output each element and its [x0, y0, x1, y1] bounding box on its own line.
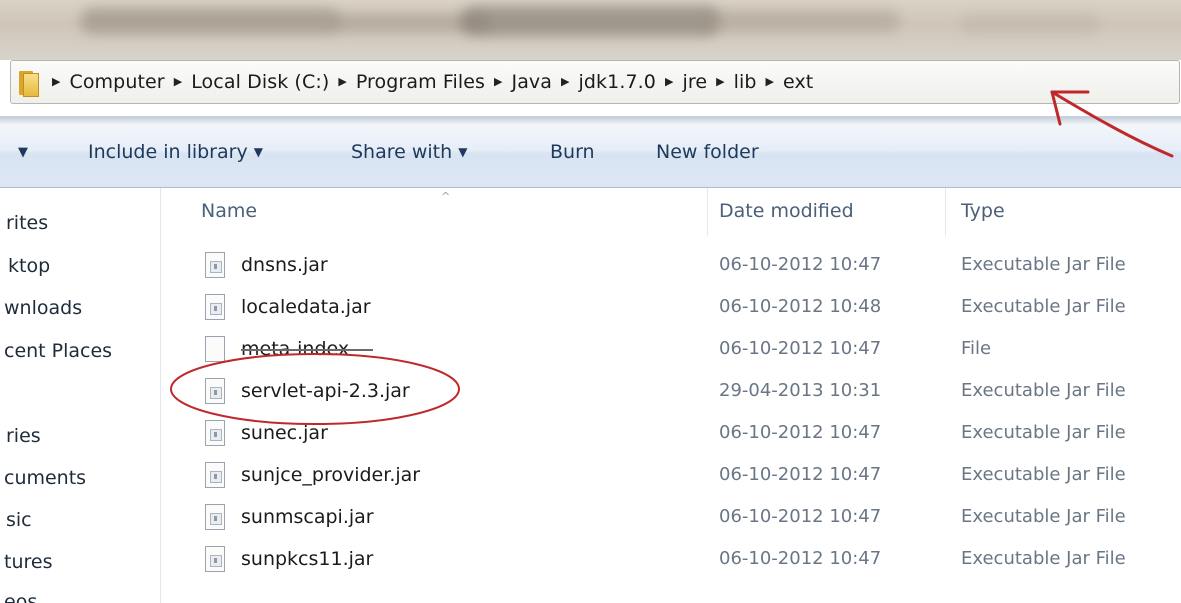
- breadcrumb-item[interactable]: jdk1.7.0: [579, 71, 657, 93]
- file-name: sunmscapi.jar: [241, 506, 374, 528]
- file-row[interactable]: meta-index 06-10-2012 10:47 File: [161, 330, 1181, 372]
- command-toolbar: ▼ Include in library ▼ Share with ▼ Burn N…: [0, 116, 1181, 188]
- jar-file-icon: [205, 504, 225, 530]
- file-row[interactable]: localedata.jar 06-10-2012 10:48 Executab…: [161, 288, 1181, 330]
- file-type: Executable Jar File: [961, 380, 1126, 401]
- breadcrumb-item[interactable]: jre: [682, 71, 707, 93]
- file-row[interactable]: sunjce_provider.jar 06-10-2012 10:47 Exe…: [161, 456, 1181, 498]
- breadcrumb: ▶ Computer ▶ Local Disk (C:) ▶ Program File…: [52, 71, 814, 93]
- nav-item-favorites[interactable]: rites: [6, 212, 48, 234]
- nav-item-libraries[interactable]: ries: [6, 425, 41, 447]
- file-date-modified: 06-10-2012 10:47: [719, 338, 882, 359]
- jar-file-icon: [205, 420, 225, 446]
- file-type: File: [961, 338, 992, 359]
- window-frame-top: [0, 0, 1181, 60]
- file-date-modified: 29-04-2013 10:31: [719, 380, 882, 401]
- blank-file-icon: [205, 336, 225, 362]
- chevron-down-icon: ▼: [458, 145, 468, 159]
- nav-item-music[interactable]: sic: [6, 509, 32, 531]
- share-with-label: Share with: [351, 141, 453, 163]
- file-type: Executable Jar File: [961, 422, 1126, 443]
- file-type: Executable Jar File: [961, 506, 1126, 527]
- file-name: sunec.jar: [241, 422, 328, 444]
- file-type: Executable Jar File: [961, 254, 1126, 275]
- new-folder-button[interactable]: New folder: [656, 141, 759, 163]
- file-list: ^ Name Date modified Type dnsns.jar 06-1…: [161, 188, 1181, 603]
- file-name: sunpkcs11.jar: [241, 548, 374, 570]
- breadcrumb-item[interactable]: Program Files: [356, 71, 485, 93]
- file-row[interactable]: dnsns.jar 06-10-2012 10:47 Executable Ja…: [161, 246, 1181, 288]
- file-type: Executable Jar File: [961, 548, 1126, 569]
- nav-item-videos[interactable]: eos: [4, 591, 37, 603]
- nav-item-documents[interactable]: cuments: [4, 467, 86, 489]
- file-name: localedata.jar: [241, 296, 371, 318]
- jar-file-icon: [205, 546, 225, 572]
- address-bar[interactable]: ▶ Computer ▶ Local Disk (C:) ▶ Program File…: [10, 60, 1180, 104]
- file-row[interactable]: sunec.jar 06-10-2012 10:47 Executable Ja…: [161, 414, 1181, 456]
- nav-item-recent-places[interactable]: cent Places: [4, 340, 112, 362]
- file-name: sunjce_provider.jar: [241, 464, 421, 486]
- file-row[interactable]: sunmscapi.jar 06-10-2012 10:47 Executabl…: [161, 498, 1181, 540]
- breadcrumb-item[interactable]: Local Disk (C:): [191, 71, 329, 93]
- nav-item-pictures[interactable]: tures: [4, 551, 52, 573]
- file-date-modified: 06-10-2012 10:47: [719, 464, 882, 485]
- breadcrumb-item[interactable]: Computer: [69, 71, 164, 93]
- file-name: dnsns.jar: [241, 254, 328, 276]
- file-row[interactable]: servlet-api-2.3.jar 29-04-2013 10:31 Exe…: [161, 372, 1181, 414]
- jar-file-icon: [205, 294, 225, 320]
- jar-file-icon: [205, 462, 225, 488]
- organize-dropdown-arrow[interactable]: ▼: [18, 145, 28, 160]
- file-row[interactable]: sunpkcs11.jar 06-10-2012 10:47 Executabl…: [161, 540, 1181, 582]
- breadcrumb-item[interactable]: lib: [734, 71, 757, 93]
- file-date-modified: 06-10-2012 10:47: [719, 548, 882, 569]
- nav-item-downloads[interactable]: wnloads: [4, 297, 82, 319]
- navigation-pane: rites ktop wnloads cent Places ries cume…: [0, 188, 161, 603]
- jar-file-icon: [205, 252, 225, 278]
- share-with-button[interactable]: Share with ▼: [351, 141, 467, 163]
- breadcrumb-item[interactable]: Java: [511, 71, 552, 93]
- file-date-modified: 06-10-2012 10:47: [719, 506, 882, 527]
- sort-ascending-icon: ^: [441, 190, 451, 203]
- file-date-modified: 06-10-2012 10:48: [719, 296, 882, 317]
- file-date-modified: 06-10-2012 10:47: [719, 254, 882, 275]
- column-header-date-modified[interactable]: Date modified: [719, 200, 854, 222]
- strike-through-mark: [241, 349, 373, 351]
- chevron-down-icon: ▼: [253, 145, 263, 159]
- burn-button[interactable]: Burn: [550, 141, 595, 163]
- file-name: servlet-api-2.3.jar: [241, 380, 410, 402]
- breadcrumb-item[interactable]: ext: [783, 71, 813, 93]
- nav-item-desktop[interactable]: ktop: [8, 255, 50, 277]
- file-type: Executable Jar File: [961, 464, 1126, 485]
- column-divider[interactable]: [945, 188, 946, 236]
- file-type: Executable Jar File: [961, 296, 1126, 317]
- folder-icon: [17, 67, 39, 97]
- column-header-type[interactable]: Type: [961, 200, 1005, 222]
- file-date-modified: 06-10-2012 10:47: [719, 422, 882, 443]
- jar-file-icon: [205, 378, 225, 404]
- include-in-library-label: Include in library: [88, 141, 248, 163]
- column-header-name[interactable]: Name: [201, 200, 257, 222]
- column-divider[interactable]: [707, 188, 708, 236]
- include-in-library-button[interactable]: Include in library ▼: [88, 141, 263, 163]
